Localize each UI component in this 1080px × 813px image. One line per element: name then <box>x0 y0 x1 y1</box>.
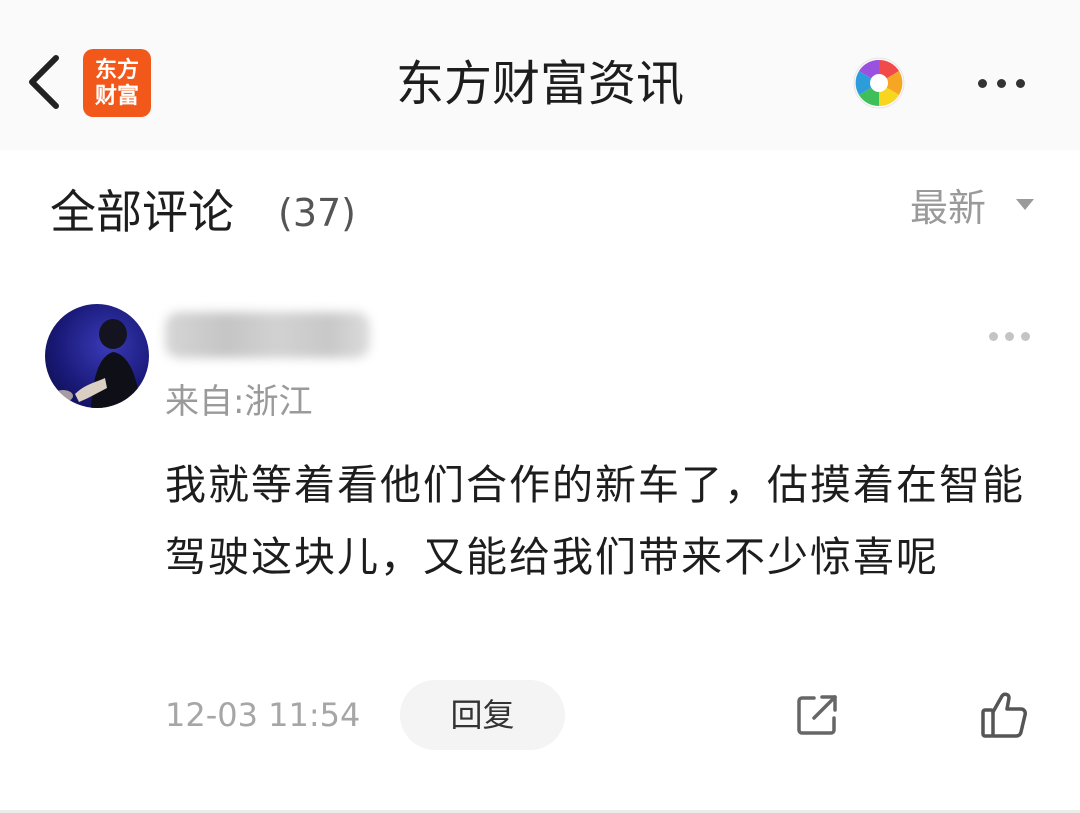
like-button[interactable] <box>978 688 1032 742</box>
comments-heading: 全部评论 <box>50 185 234 239</box>
comment-more-button[interactable] <box>985 327 1035 347</box>
comment-location: 来自:浙江 <box>165 382 313 422</box>
comment-body: 我就等着看他们合作的新车了，估摸着在智能驾驶这块儿，又能给我们带来不少惊喜呢 <box>165 461 1025 581</box>
thumbs-up-icon <box>981 692 1027 738</box>
app-switch-button[interactable] <box>853 57 905 109</box>
username-blurred <box>165 312 370 358</box>
more-menu-button[interactable] <box>972 62 1032 102</box>
share-icon <box>797 695 837 735</box>
share-button[interactable] <box>792 690 842 740</box>
top-bar: 东方 财富 东方财富资讯 <box>0 0 1080 150</box>
comment-timestamp: 12-03 11:54 <box>165 696 361 734</box>
reply-button[interactable]: 回复 <box>400 680 565 750</box>
sort-dropdown[interactable]: 最新 <box>910 180 1040 236</box>
page-title: 东方财富资讯 <box>395 56 684 112</box>
avatar-image <box>53 319 141 408</box>
camera-aperture-icon <box>853 57 905 109</box>
comments-count: (37) <box>278 191 357 235</box>
caret-down-icon <box>1016 199 1034 210</box>
sort-label: 最新 <box>910 186 987 230</box>
avatar[interactable] <box>45 304 149 408</box>
